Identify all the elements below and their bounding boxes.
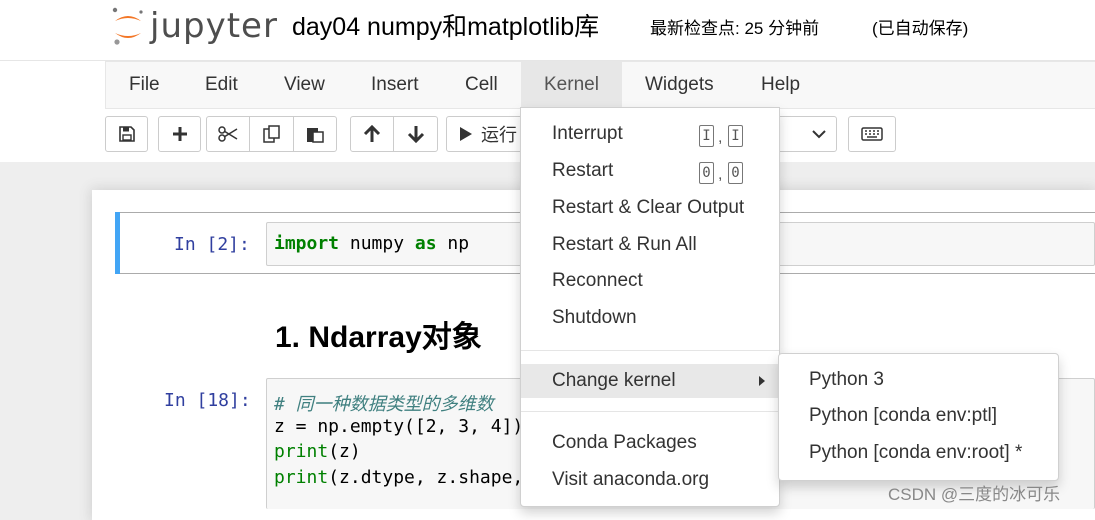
code-text: numpy xyxy=(339,233,415,254)
move-down-button[interactable] xyxy=(393,116,438,152)
arrow-down-icon xyxy=(407,126,424,143)
menu-item-interrupt[interactable]: Interrupt I , I xyxy=(521,117,779,151)
jupyter-logo-icon xyxy=(112,7,143,45)
menu-edit[interactable]: Edit xyxy=(182,62,261,108)
menu-kernel[interactable]: Kernel xyxy=(521,62,622,108)
code-line: import numpy as np xyxy=(274,233,469,254)
code-comment: # 同一种数据类型的多维数 xyxy=(274,394,494,415)
keyboard-icon xyxy=(861,127,883,141)
menu-item-label: Interrupt xyxy=(552,123,623,144)
chevron-down-icon xyxy=(812,130,826,139)
jupyter-logo[interactable]: jupyter xyxy=(110,4,278,48)
copy-icon xyxy=(262,125,280,143)
copy-button[interactable] xyxy=(249,116,294,152)
menu-item-restart-clear-output[interactable]: Restart & Clear Output xyxy=(521,191,779,225)
shortcut-separator: , xyxy=(718,166,723,183)
menu-insert[interactable]: Insert xyxy=(348,62,442,108)
logo-text: jupyter xyxy=(150,6,278,46)
shortcut-key: 0 xyxy=(728,162,743,184)
menu-item-restart[interactable]: Restart 0 , 0 xyxy=(521,154,779,188)
move-up-button[interactable] xyxy=(350,116,394,152)
plus-icon xyxy=(172,127,187,141)
code-builtin: print xyxy=(274,467,329,488)
input-prompt: In [18]: xyxy=(164,390,251,411)
code-text: (z) xyxy=(328,441,361,462)
run-button[interactable]: 运行 xyxy=(446,116,526,152)
code-line: print(z) xyxy=(274,441,361,462)
watermark: CSDN @三度的冰可乐 xyxy=(888,485,1061,504)
caret-right-icon xyxy=(759,376,765,386)
menu-divider xyxy=(521,350,779,351)
kernel-option-python3[interactable]: Python 3 xyxy=(779,363,1058,397)
save-icon xyxy=(118,126,135,142)
menubar: File Edit View Insert Cell Kernel Widget… xyxy=(105,61,1095,109)
menu-item-label: Restart xyxy=(552,160,614,181)
arrow-up-icon xyxy=(363,125,381,142)
shortcut-key: 0 xyxy=(699,162,714,184)
markdown-heading[interactable]: 1. Ndarray对象 xyxy=(275,312,482,356)
menu-view[interactable]: View xyxy=(261,62,348,108)
code-text: np xyxy=(436,233,470,254)
menu-file[interactable]: File xyxy=(106,62,183,108)
cut-button[interactable] xyxy=(206,116,250,152)
kernel-dropdown-menu: Interrupt I , I Restart 0 , 0 Restart & … xyxy=(520,107,780,507)
menu-help[interactable]: Help xyxy=(738,62,823,108)
code-line: print(z.dtype, z.shape, xyxy=(274,467,523,488)
menu-item-shutdown[interactable]: Shutdown xyxy=(521,301,779,335)
run-icon xyxy=(460,127,472,141)
menu-item-conda-packages[interactable]: Conda Packages xyxy=(521,426,779,460)
menu-item-restart-run-all[interactable]: Restart & Run All xyxy=(521,228,779,262)
paste-icon xyxy=(307,128,324,143)
menu-widgets[interactable]: Widgets xyxy=(622,62,737,108)
run-label: 运行 xyxy=(481,125,517,145)
menu-cell[interactable]: Cell xyxy=(442,62,521,108)
paste-button[interactable] xyxy=(293,116,337,152)
code-keyword: import xyxy=(274,233,340,254)
menu-item-reconnect[interactable]: Reconnect xyxy=(521,264,779,298)
checkpoint-status: 最新检查点: 25 分钟前 xyxy=(650,19,820,38)
kernel-option-conda-ptl[interactable]: Python [conda env:ptl] xyxy=(779,399,1058,433)
save-button[interactable] xyxy=(105,116,148,152)
notebook-title[interactable]: day04 numpy和matplotlib库 xyxy=(292,7,599,43)
code-line: z = np.empty([2, 3, 4]) xyxy=(274,416,524,437)
kernel-option-conda-root[interactable]: Python [conda env:root] * xyxy=(779,436,1058,470)
command-palette-button[interactable] xyxy=(848,116,896,152)
menu-item-change-kernel[interactable]: Change kernel xyxy=(521,364,779,398)
menu-item-visit-anaconda[interactable]: Visit anaconda.org xyxy=(521,463,779,497)
insert-cell-button[interactable] xyxy=(158,116,201,152)
input-prompt: In [2]: xyxy=(174,234,250,255)
cut-icon xyxy=(218,126,238,142)
code-keyword: as xyxy=(414,233,437,254)
shortcut-key: I xyxy=(728,125,743,147)
shortcut-separator: , xyxy=(718,129,723,146)
menu-item-label: Change kernel xyxy=(552,370,676,391)
header: jupyter day04 numpy和matplotlib库 最新检查点: 2… xyxy=(0,0,1095,60)
shortcut-key: I xyxy=(699,125,714,147)
menu-divider xyxy=(521,411,779,412)
code-text: (z.dtype, z.shape, xyxy=(328,467,524,488)
change-kernel-submenu: Python 3 Python [conda env:ptl] Python [… xyxy=(778,353,1059,481)
autosave-status: (已自动保存) xyxy=(872,19,969,38)
code-builtin: print xyxy=(274,441,329,462)
